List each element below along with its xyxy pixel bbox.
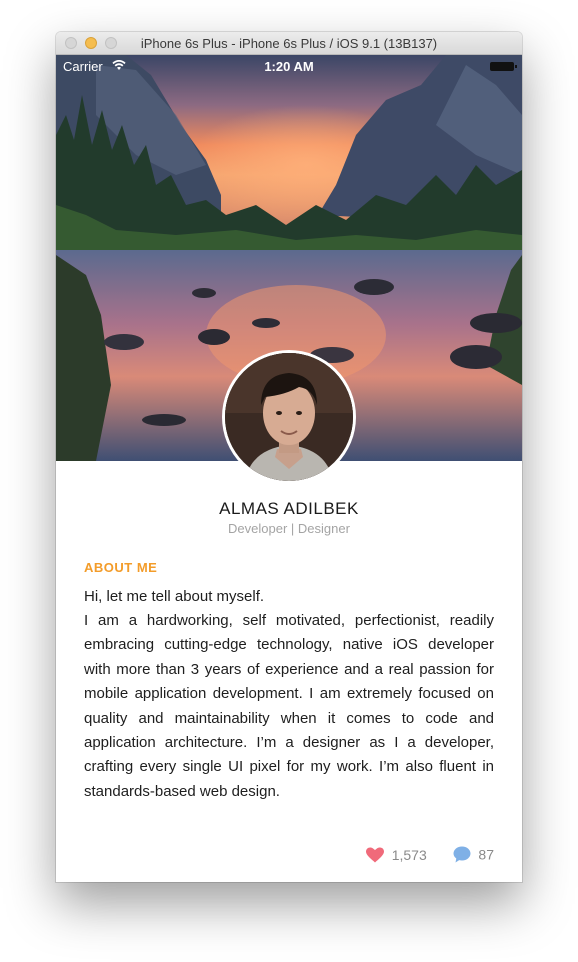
profile-name: ALMAS ADILBEK bbox=[219, 499, 359, 518]
profile-stats: 1,573 87 bbox=[365, 846, 494, 866]
battery-icon bbox=[490, 62, 517, 71]
about-intro: Hi, let me tell about myself. bbox=[84, 588, 265, 605]
likes-count: 1,573 bbox=[391, 846, 427, 863]
comments-count: 87 bbox=[478, 846, 494, 863]
avatar-photo bbox=[225, 353, 353, 481]
speech-bubble-icon bbox=[453, 846, 471, 866]
clock: 1:20 AM bbox=[264, 59, 314, 74]
status-bar: Carrier 1:20 AM bbox=[56, 55, 522, 77]
device-screen: Carrier 1:20 AM ALMAS ADILBEK Developer … bbox=[56, 55, 522, 882]
window-title: iPhone 6s Plus - iPhone 6s Plus / iOS 9.… bbox=[140, 36, 438, 51]
comments-stat[interactable]: 87 bbox=[453, 846, 494, 866]
simulator-window: iPhone 6s Plus - iPhone 6s Plus / iOS 9.… bbox=[56, 32, 522, 882]
about-heading: ABOUT ME bbox=[84, 560, 158, 575]
about-body: I am a hardworking, self motivated, perf… bbox=[84, 612, 494, 800]
profile-subtitle: Developer | Designer bbox=[228, 521, 350, 536]
window-titlebar: iPhone 6s Plus - iPhone 6s Plus / iOS 9.… bbox=[56, 32, 522, 55]
likes-stat[interactable]: 1,573 bbox=[365, 846, 427, 866]
heart-icon bbox=[365, 847, 384, 866]
avatar[interactable] bbox=[222, 350, 356, 484]
